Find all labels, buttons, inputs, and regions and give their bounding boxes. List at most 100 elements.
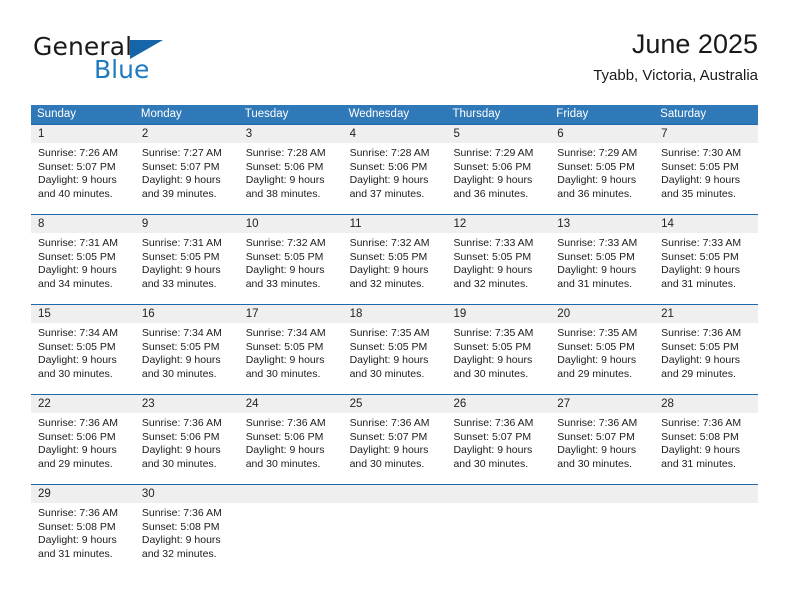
- day-cell[interactable]: 13 Sunrise: 7:33 AM Sunset: 5:05 PM Dayl…: [550, 215, 655, 304]
- day-number: 22: [38, 398, 51, 410]
- day-details: Sunrise: 7:36 AM Sunset: 5:07 PM Dayligh…: [343, 413, 447, 471]
- sunrise-text: Sunrise: 7:36 AM: [245, 417, 326, 429]
- daylight-text-line2: and 31 minutes.: [661, 457, 736, 470]
- day-details: Sunrise: 7:36 AM Sunset: 5:08 PM Dayligh…: [654, 413, 758, 471]
- weekday-header-wednesday: Wednesday: [348, 108, 410, 120]
- day-number-band: 20: [550, 305, 655, 323]
- day-number-band: 28: [654, 395, 759, 413]
- sunrise-text: Sunrise: 7:27 AM: [141, 147, 222, 159]
- daylight-text-line1: Daylight: 9 hours: [38, 444, 117, 457]
- day-number: 27: [557, 398, 571, 410]
- day-cell[interactable]: 16 Sunrise: 7:34 AM Sunset: 5:05 PM Dayl…: [134, 305, 239, 394]
- sunrise-text: Sunrise: 7:36 AM: [38, 507, 118, 519]
- sunrise-text: Sunrise: 7:36 AM: [349, 417, 430, 429]
- week-row: 29 Sunrise: 7:36 AM Sunset: 5:08 PM Dayl…: [31, 484, 759, 576]
- sunset-text: Sunset: 5:08 PM: [141, 520, 220, 533]
- sunrise-text: Sunrise: 7:33 AM: [557, 237, 638, 249]
- day-number-band: 18: [342, 305, 447, 323]
- day-number: 26: [453, 398, 467, 410]
- day-details: Sunrise: 7:32 AM Sunset: 5:05 PM Dayligh…: [239, 233, 343, 291]
- day-cell[interactable]: 30 Sunrise: 7:36 AM Sunset: 5:08 PM Dayl…: [134, 485, 239, 576]
- sunrise-text: Sunrise: 7:36 AM: [453, 417, 534, 429]
- day-cell[interactable]: 3 Sunrise: 7:28 AM Sunset: 5:06 PM Dayli…: [238, 125, 343, 214]
- day-number-band: 13: [550, 215, 655, 233]
- daylight-text-line1: Daylight: 9 hours: [141, 354, 221, 367]
- day-cell[interactable]: 12 Sunrise: 7:33 AM Sunset: 5:05 PM Dayl…: [446, 215, 551, 304]
- daylight-text-line1: Daylight: 9 hours: [557, 174, 637, 187]
- sunset-text: Sunset: 5:07 PM: [38, 160, 116, 173]
- day-number: 3: [245, 128, 253, 140]
- day-cell[interactable]: 29 Sunrise: 7:36 AM Sunset: 5:08 PM Dayl…: [31, 485, 135, 576]
- day-details: Sunrise: 7:27 AM Sunset: 5:07 PM Dayligh…: [135, 143, 239, 201]
- general-blue-logo[interactable]: General Blue: [33, 32, 213, 94]
- day-cell[interactable]: 22 Sunrise: 7:36 AM Sunset: 5:06 PM Dayl…: [31, 395, 135, 484]
- day-details: Sunrise: 7:36 AM Sunset: 5:07 PM Dayligh…: [550, 413, 654, 471]
- daylight-text-line2: and 30 minutes.: [245, 367, 321, 380]
- day-number-band: 2: [134, 125, 239, 143]
- day-cell[interactable]: 9 Sunrise: 7:31 AM Sunset: 5:05 PM Dayli…: [134, 215, 239, 304]
- day-cell[interactable]: 18 Sunrise: 7:35 AM Sunset: 5:05 PM Dayl…: [342, 305, 447, 394]
- day-cell[interactable]: 1 Sunrise: 7:26 AM Sunset: 5:07 PM Dayli…: [31, 125, 135, 214]
- day-cell[interactable]: 28 Sunrise: 7:36 AM Sunset: 5:08 PM Dayl…: [654, 395, 759, 484]
- day-cell[interactable]: 26 Sunrise: 7:36 AM Sunset: 5:07 PM Dayl…: [446, 395, 551, 484]
- day-details: Sunrise: 7:36 AM Sunset: 5:08 PM Dayligh…: [31, 503, 135, 561]
- weekday-header-tuesday: Tuesday: [244, 108, 289, 120]
- day-cell[interactable]: 21 Sunrise: 7:36 AM Sunset: 5:05 PM Dayl…: [654, 305, 759, 394]
- day-number-band: [238, 485, 343, 503]
- daylight-text-line1: Daylight: 9 hours: [141, 174, 221, 187]
- sunset-text: Sunset: 5:05 PM: [141, 340, 220, 353]
- day-cell[interactable]: 19 Sunrise: 7:35 AM Sunset: 5:05 PM Dayl…: [446, 305, 551, 394]
- day-number-band: 3: [238, 125, 343, 143]
- calendar-grid: Sunday Monday Tuesday Wednesday Thursday…: [31, 105, 759, 576]
- day-details: Sunrise: 7:31 AM Sunset: 5:05 PM Dayligh…: [31, 233, 135, 291]
- page-title: June 2025: [631, 29, 758, 59]
- daylight-text-line1: Daylight: 9 hours: [245, 444, 325, 457]
- day-details: Sunrise: 7:36 AM Sunset: 5:05 PM Dayligh…: [654, 323, 758, 381]
- daylight-text-line2: and 40 minutes.: [38, 187, 113, 200]
- sunset-text: Sunset: 5:05 PM: [661, 160, 739, 173]
- day-number: 13: [557, 218, 571, 230]
- day-number-band: 22: [31, 395, 135, 413]
- daylight-text-line2: and 34 minutes.: [38, 277, 113, 290]
- daylight-text-line1: Daylight: 9 hours: [141, 444, 221, 457]
- day-cell[interactable]: 27 Sunrise: 7:36 AM Sunset: 5:07 PM Dayl…: [550, 395, 655, 484]
- day-cell[interactable]: 5 Sunrise: 7:29 AM Sunset: 5:06 PM Dayli…: [446, 125, 551, 214]
- day-details: Sunrise: 7:36 AM Sunset: 5:07 PM Dayligh…: [446, 413, 550, 471]
- daylight-text-line1: Daylight: 9 hours: [245, 264, 325, 277]
- day-number-band: 10: [238, 215, 343, 233]
- daylight-text-line2: and 29 minutes.: [38, 457, 113, 470]
- day-number: 29: [38, 488, 51, 500]
- day-cell[interactable]: 10 Sunrise: 7:32 AM Sunset: 5:05 PM Dayl…: [238, 215, 343, 304]
- sunrise-text: Sunrise: 7:32 AM: [349, 237, 430, 249]
- day-cell[interactable]: 20 Sunrise: 7:35 AM Sunset: 5:05 PM Dayl…: [550, 305, 655, 394]
- day-number-band: 11: [342, 215, 447, 233]
- day-number: 7: [661, 128, 668, 140]
- day-cell[interactable]: 25 Sunrise: 7:36 AM Sunset: 5:07 PM Dayl…: [342, 395, 447, 484]
- daylight-text-line1: Daylight: 9 hours: [557, 264, 637, 277]
- day-cell[interactable]: 14 Sunrise: 7:33 AM Sunset: 5:05 PM Dayl…: [654, 215, 759, 304]
- sunset-text: Sunset: 5:05 PM: [245, 250, 324, 263]
- sunset-text: Sunset: 5:06 PM: [245, 430, 324, 443]
- day-cell[interactable]: 15 Sunrise: 7:34 AM Sunset: 5:05 PM Dayl…: [31, 305, 135, 394]
- day-cell[interactable]: 6 Sunrise: 7:29 AM Sunset: 5:05 PM Dayli…: [550, 125, 655, 214]
- day-number: 4: [349, 128, 356, 140]
- day-cell[interactable]: 17 Sunrise: 7:34 AM Sunset: 5:05 PM Dayl…: [238, 305, 343, 394]
- weekday-header-row: Sunday Monday Tuesday Wednesday Thursday…: [31, 105, 758, 124]
- day-number: 21: [661, 308, 674, 320]
- daylight-text-line1: Daylight: 9 hours: [349, 264, 429, 277]
- day-cell[interactable]: 4 Sunrise: 7:28 AM Sunset: 5:06 PM Dayli…: [342, 125, 447, 214]
- day-cell[interactable]: 2 Sunrise: 7:27 AM Sunset: 5:07 PM Dayli…: [134, 125, 239, 214]
- day-details: Sunrise: 7:33 AM Sunset: 5:05 PM Dayligh…: [654, 233, 758, 291]
- week-row: 15 Sunrise: 7:34 AM Sunset: 5:05 PM Dayl…: [31, 304, 759, 394]
- day-cell[interactable]: 24 Sunrise: 7:36 AM Sunset: 5:06 PM Dayl…: [238, 395, 343, 484]
- sunrise-text: Sunrise: 7:31 AM: [38, 237, 118, 249]
- day-cell[interactable]: 23 Sunrise: 7:36 AM Sunset: 5:06 PM Dayl…: [134, 395, 239, 484]
- daylight-text-line1: Daylight: 9 hours: [38, 174, 117, 187]
- daylight-text-line2: and 33 minutes.: [245, 277, 321, 290]
- sunset-text: Sunset: 5:05 PM: [661, 250, 739, 263]
- day-number: 11: [349, 218, 362, 230]
- day-cell[interactable]: 8 Sunrise: 7:31 AM Sunset: 5:05 PM Dayli…: [31, 215, 135, 304]
- day-cell[interactable]: 7 Sunrise: 7:30 AM Sunset: 5:05 PM Dayli…: [654, 125, 759, 214]
- day-cell[interactable]: 11 Sunrise: 7:32 AM Sunset: 5:05 PM Dayl…: [342, 215, 447, 304]
- day-number-band: 19: [446, 305, 551, 323]
